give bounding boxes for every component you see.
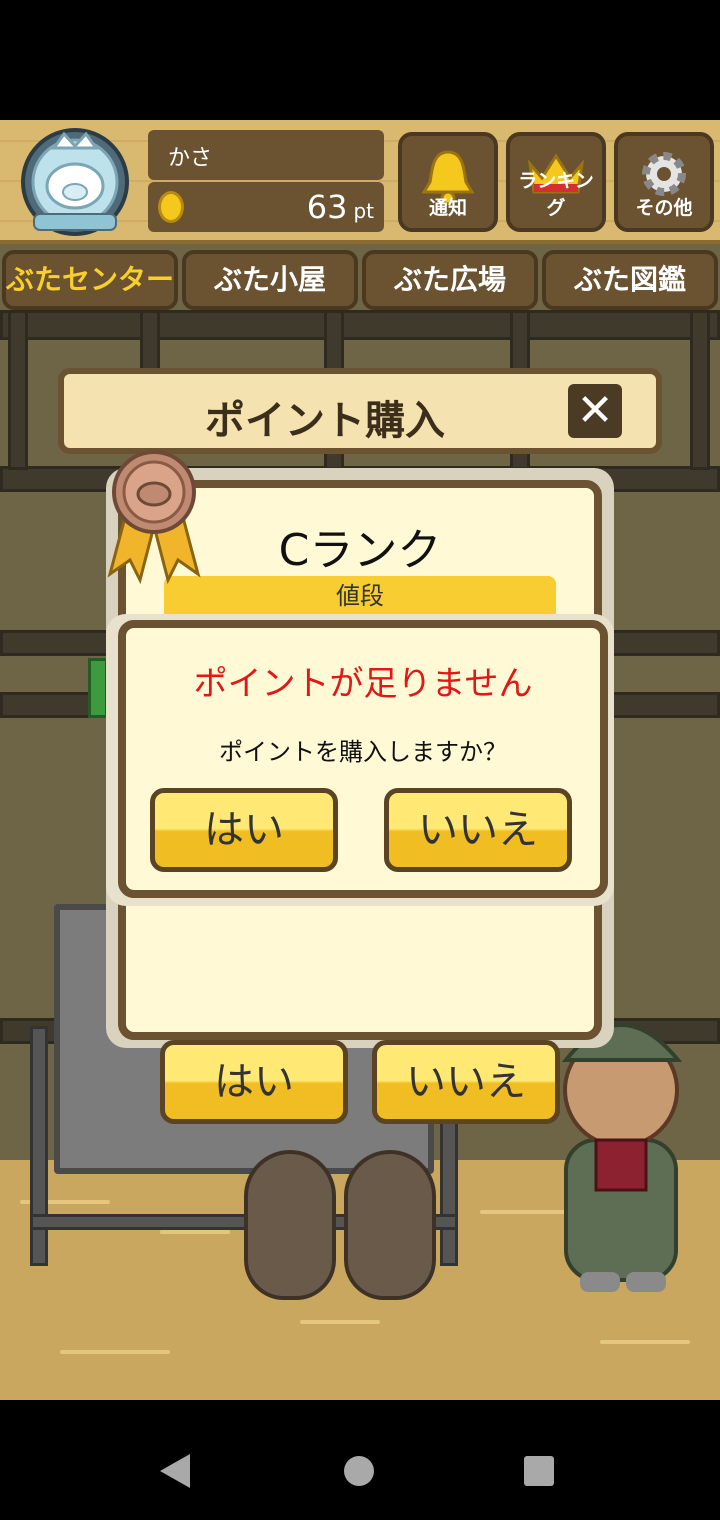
- notification-button[interactable]: 通知: [398, 132, 498, 232]
- recent-apps-icon[interactable]: [524, 1456, 554, 1486]
- other-button[interactable]: その他: [614, 132, 714, 232]
- straw: [300, 1320, 380, 1324]
- tab-buta-center[interactable]: ぶたセンター: [2, 250, 178, 310]
- point-purchase-title: ポイント購入: [205, 398, 445, 444]
- coin-icon: [158, 191, 184, 223]
- point-purchase-header: ポイント購入 ✕: [58, 368, 662, 454]
- straw: [60, 1350, 170, 1354]
- green-tab-marker: [88, 658, 108, 718]
- alert-title: ポイントが足りません: [193, 664, 533, 704]
- tab-buta-zukan[interactable]: ぶた図鑑: [542, 250, 718, 310]
- purchase-yes-button[interactable]: はい: [160, 1040, 348, 1124]
- points-unit: pt: [353, 199, 374, 223]
- points-display: 63 pt: [148, 182, 384, 232]
- alert-yes-button[interactable]: はい: [150, 788, 338, 872]
- back-icon[interactable]: [160, 1454, 190, 1488]
- points-readout: 63 pt: [307, 188, 374, 226]
- barn-beam: [0, 310, 720, 340]
- insufficient-points-dialog: ポイントが足りません ポイントを購入しますか？ はい いいえ: [118, 620, 608, 898]
- price-header: 値段: [164, 576, 556, 616]
- ranking-label: ランキング: [518, 170, 594, 219]
- tab-buta-hiroba[interactable]: ぶた広場: [362, 250, 538, 310]
- tab-buta-goya[interactable]: ぶた小屋: [182, 250, 358, 310]
- close-icon: ✕: [576, 385, 614, 436]
- straw: [600, 1340, 690, 1344]
- notification-label: 通知: [428, 197, 467, 219]
- barn-post: [8, 310, 28, 470]
- game-screen: かさ 63 pt 通知 ランキング その他 ぶたセンター ぶた小屋 ぶた広場 ぶ…: [0, 120, 720, 1400]
- main-tabs: ぶたセンター ぶた小屋 ぶた広場 ぶた図鑑: [0, 246, 720, 312]
- purchase-no-button[interactable]: いいえ: [372, 1040, 560, 1124]
- pig-character: [344, 1150, 436, 1300]
- straw: [160, 1230, 230, 1234]
- top-bar: かさ 63 pt 通知 ランキング その他: [0, 120, 720, 244]
- ranking-button[interactable]: ランキング: [506, 132, 606, 232]
- board-stand: [30, 1026, 48, 1266]
- alert-message: ポイントを購入しますか？: [219, 738, 507, 766]
- home-icon[interactable]: [344, 1456, 374, 1486]
- player-rank-badge[interactable]: [14, 126, 136, 238]
- alert-no-button[interactable]: いいえ: [384, 788, 572, 872]
- rank-medal-icon: [107, 450, 201, 585]
- close-button[interactable]: ✕: [568, 384, 622, 438]
- pig-character: [244, 1150, 336, 1300]
- other-label: その他: [635, 197, 693, 219]
- points-value: 63: [306, 188, 348, 226]
- barn-post: [690, 310, 710, 470]
- player-name: かさ: [148, 130, 384, 180]
